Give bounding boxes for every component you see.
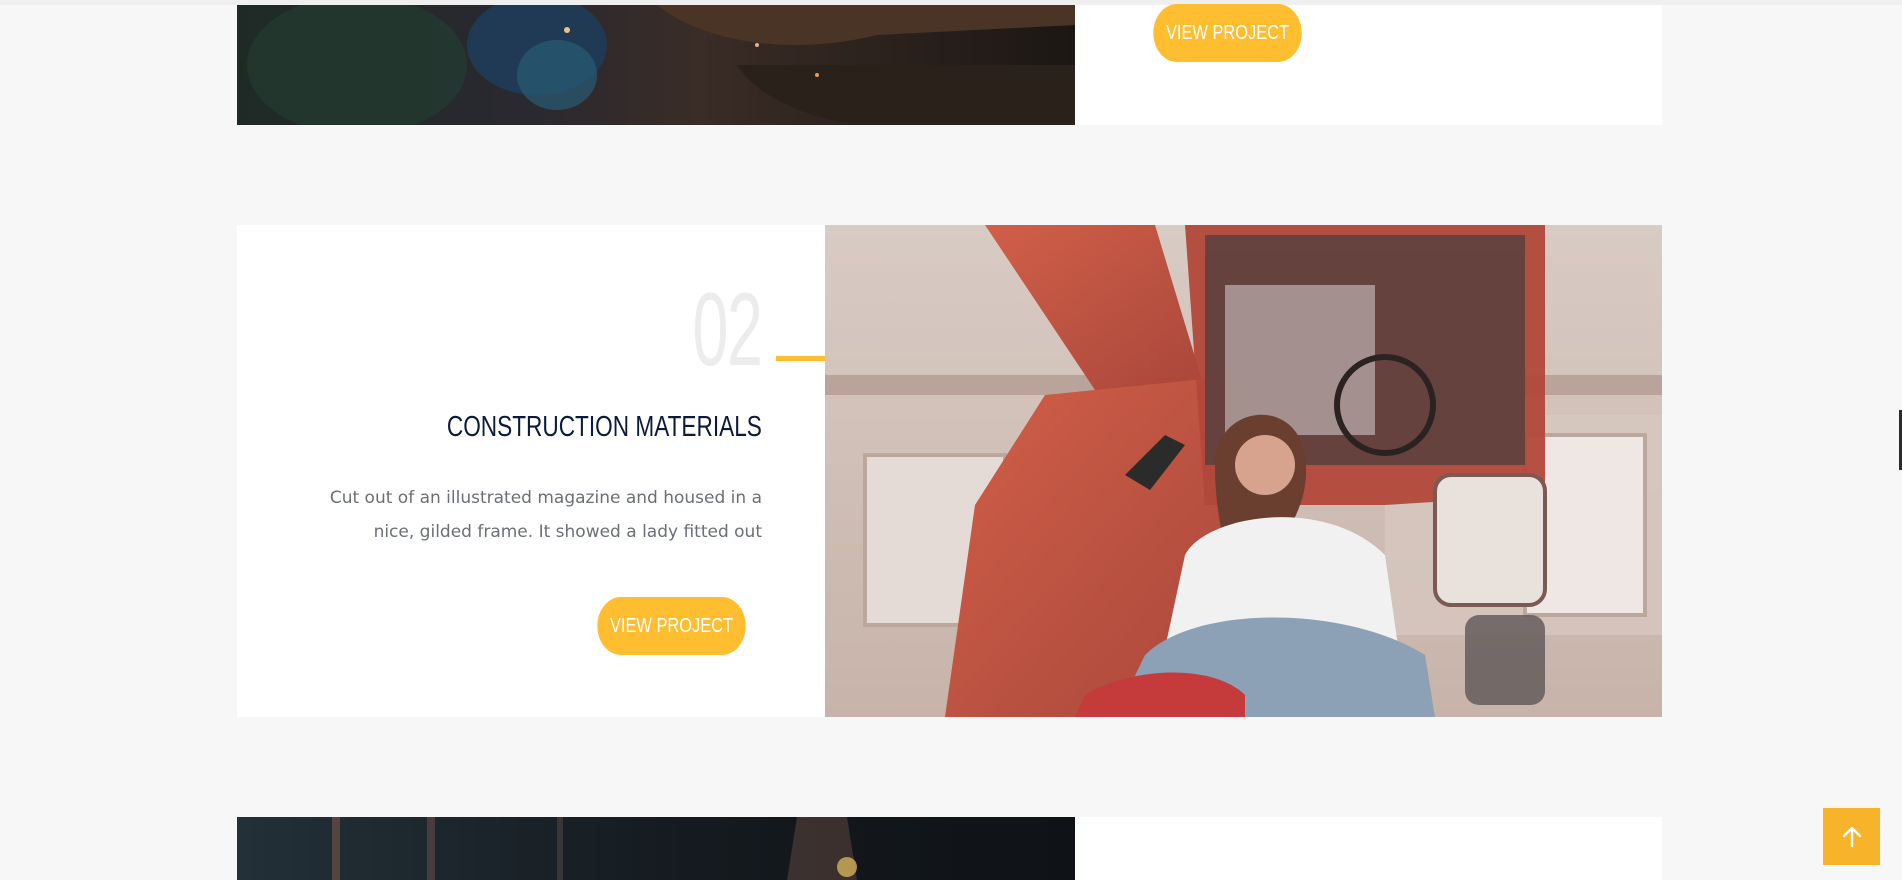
back-to-top-button[interactable] (1823, 808, 1880, 865)
tools-photo (237, 817, 1075, 880)
project-3-image (237, 817, 1075, 880)
page: VIEW PROJECT 02 CONSTRUCTION MATERIALS C… (0, 0, 1902, 880)
project-2-image (825, 225, 1662, 717)
project-title: CONSTRUCTION MATERIALS (446, 411, 762, 443)
construction-photo (825, 225, 1662, 717)
welding-photo (237, 5, 1075, 125)
project-description: Cut out of an illustrated magazine and h… (242, 481, 762, 549)
view-project-button[interactable]: VIEW PROJECT (597, 597, 746, 655)
view-project-button[interactable]: VIEW PROJECT (1153, 4, 1302, 62)
arrow-up-icon (1842, 826, 1861, 847)
project-number: 02 (692, 272, 763, 388)
project-description-line-1: Cut out of an illustrated magazine and h… (329, 488, 762, 508)
project-description-line-2: nice, gilded frame. It showed a lady fit… (373, 522, 762, 542)
project-1-image (237, 5, 1075, 125)
project-3-card (1075, 817, 1662, 880)
